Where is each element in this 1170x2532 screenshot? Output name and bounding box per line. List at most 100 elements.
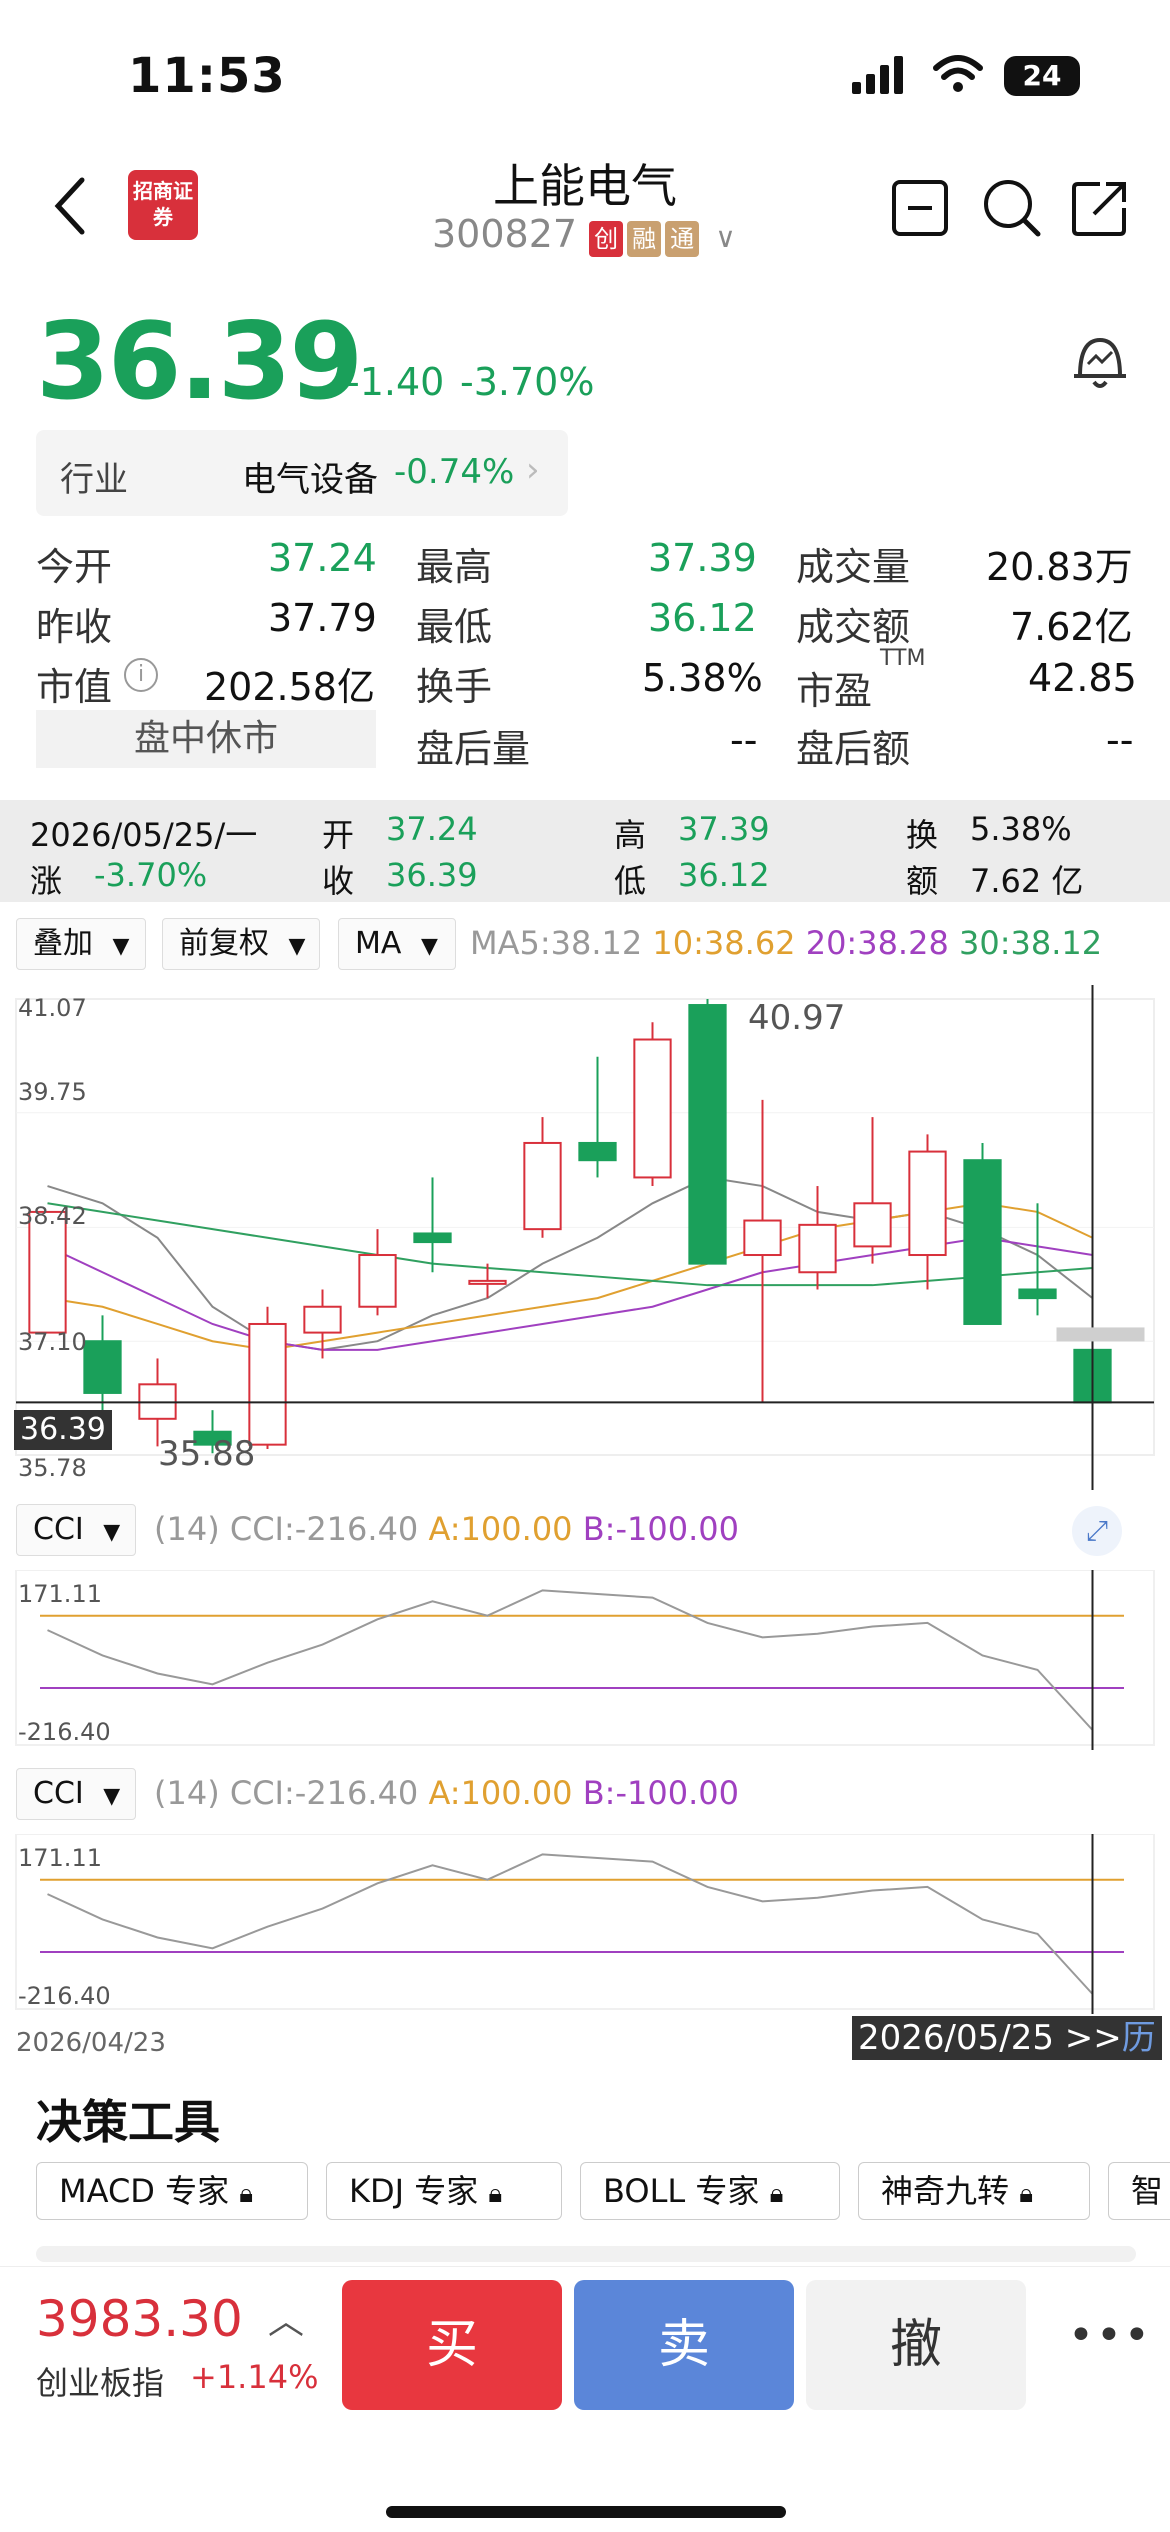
mcap-label: 市值	[36, 665, 113, 709]
cci-select-label: CCI	[33, 1776, 84, 1811]
ma30-legend: 30:38.12	[958, 924, 1103, 962]
info-icon[interactable]: i	[124, 658, 158, 692]
search-icon[interactable]	[980, 176, 1044, 240]
ma10-legend: 10:38.62	[652, 924, 796, 962]
tool-label: 智	[1131, 2172, 1164, 2210]
ohlc-open: 37.24	[386, 810, 478, 848]
dropdown-arrow-icon: ▼	[103, 1784, 121, 1809]
cci-period: (14)	[154, 1510, 220, 1548]
turnover-label: 换手	[416, 665, 493, 709]
candle-up	[28, 1210, 67, 1334]
pe-superscript: TTM	[880, 646, 926, 671]
cci-a: A:100.00	[428, 1774, 573, 1812]
indicator-select[interactable]: MA ▼	[338, 918, 456, 970]
ohlc-close-label: 收	[322, 862, 355, 900]
date-end-tag[interactable]: 2026/05/25 >>历	[852, 2016, 1162, 2060]
stock-code-row[interactable]: 300827 创融通 ∨	[432, 212, 736, 257]
open-label: 今开	[36, 545, 113, 589]
chevron-up-icon[interactable]: ︿	[268, 2292, 304, 2344]
tool-kdj[interactable]: KDJ 专家 🔒︎	[326, 2162, 562, 2220]
index-name: 创业板指	[36, 2364, 165, 2402]
minus-square-icon[interactable]	[890, 178, 950, 238]
mcap-value: 202.58亿	[204, 665, 375, 709]
battery-icon: 24	[1004, 56, 1080, 96]
tool-label: MACD 专家	[59, 2172, 230, 2210]
cci-value: CCI:-216.40	[229, 1774, 419, 1812]
lock-icon: 🔒︎	[769, 2179, 784, 2209]
pe-label: 市盈	[796, 669, 873, 713]
kline-chart[interactable]	[0, 985, 1170, 1490]
ohlc-high-label: 高	[614, 816, 647, 854]
index-value[interactable]: 3983.30	[36, 2290, 243, 2348]
stock-code: 300827	[432, 212, 578, 256]
indicator-label: MA	[355, 926, 402, 961]
ohlc-amount-label: 额	[906, 862, 939, 900]
overlay-select[interactable]: 叠加 ▼	[16, 918, 146, 970]
cci-legend-1: (14) CCI:-216.40 A:100.00 B:-100.00	[154, 1510, 739, 1548]
cci-chart-2[interactable]	[0, 1834, 1170, 2014]
y-label-top: 41.07	[18, 994, 87, 1022]
cci-frame	[15, 1834, 1155, 2010]
cci2-y-bottom: -216.40	[18, 1982, 111, 2010]
adjust-select[interactable]: 前复权 ▼	[162, 918, 320, 970]
y-label-4: 37.10	[18, 1328, 87, 1356]
min-price-label: 35.88	[158, 1434, 256, 1474]
dropdown-arrow-icon: ▼	[420, 934, 438, 959]
price-change: -1.40	[346, 360, 445, 404]
date-end: 2026/05/25 >>	[858, 2018, 1122, 2058]
cci-frame	[15, 1570, 1155, 1746]
industry-row[interactable]: 行业 电气设备 -0.74% ›	[36, 430, 568, 516]
date-start: 2026/04/23	[16, 2028, 166, 2058]
buy-button[interactable]: 买	[342, 2280, 562, 2410]
candle-up	[853, 1202, 892, 1248]
amount-value: 7.62亿	[1010, 605, 1133, 649]
dropdown-arrow-icon: ▼	[103, 1520, 121, 1545]
session-status: 盘中休市	[36, 710, 376, 768]
ohlc-low-label: 低	[614, 862, 647, 900]
y-label-bottom: 35.78	[18, 1454, 87, 1482]
cci-select-1[interactable]: CCI ▼	[16, 1504, 136, 1556]
status-time: 11:53	[128, 48, 286, 104]
cci-line	[47, 1589, 1094, 1731]
industry-name: 电气设备	[242, 460, 378, 500]
cci-select-2[interactable]: CCI ▼	[16, 1768, 136, 1820]
candle-down	[413, 1232, 452, 1244]
more-icon[interactable]: •••	[1068, 2310, 1152, 2361]
after-amt-value: --	[1106, 718, 1134, 762]
cci-chart-1[interactable]	[0, 1570, 1170, 1750]
candle-up	[468, 1279, 507, 1285]
candle-down	[83, 1340, 122, 1394]
ma-legend: MA5:38.12 10:38.62 20:38.28 30:38.12	[470, 924, 1102, 962]
expand-icon[interactable]: ⤢	[1072, 1506, 1122, 1556]
tool-smart[interactable]: 智	[1108, 2162, 1170, 2220]
ma5-legend: MA5:38.12	[470, 924, 643, 962]
tool-boll[interactable]: BOLL 专家 🔒︎	[580, 2162, 840, 2220]
ohlc-amount: 7.62 亿	[970, 862, 1084, 900]
alert-bell-icon[interactable]	[1068, 330, 1132, 394]
candle-up	[743, 1219, 782, 1257]
cci-value: CCI:-216.40	[229, 1510, 419, 1548]
share-icon[interactable]	[1070, 178, 1130, 238]
signal-icon	[852, 56, 903, 94]
cci-b: B:-100.00	[582, 1510, 739, 1548]
tools-scroll-track	[36, 2246, 1136, 2262]
ma20-legend: 20:38.28	[805, 924, 949, 962]
after-vol-value: --	[730, 718, 758, 762]
candle-up	[633, 1038, 672, 1179]
ohlc-open-label: 开	[322, 816, 355, 854]
industry-pct: -0.74%	[394, 452, 515, 492]
cci-line	[47, 1853, 1094, 1995]
sell-button[interactable]: 卖	[574, 2280, 794, 2410]
cancel-button[interactable]: 撤	[806, 2280, 1026, 2410]
history-link: 历	[1121, 2018, 1156, 2058]
y-label-2: 39.75	[18, 1078, 87, 1106]
lock-icon: 🔒︎	[1019, 2179, 1034, 2209]
index-pct: +1.14%	[190, 2358, 319, 2396]
candle-down	[688, 1004, 727, 1265]
ohlc-low: 36.12	[678, 856, 770, 894]
after-amt-label: 盘后额	[796, 727, 911, 771]
tool-nine-turn[interactable]: 神奇九转 🔒︎	[858, 2162, 1090, 2220]
tool-macd[interactable]: MACD 专家 🔒︎	[36, 2162, 308, 2220]
dropdown-arrow-icon: ▼	[288, 934, 306, 959]
open-value: 37.24	[268, 536, 377, 580]
